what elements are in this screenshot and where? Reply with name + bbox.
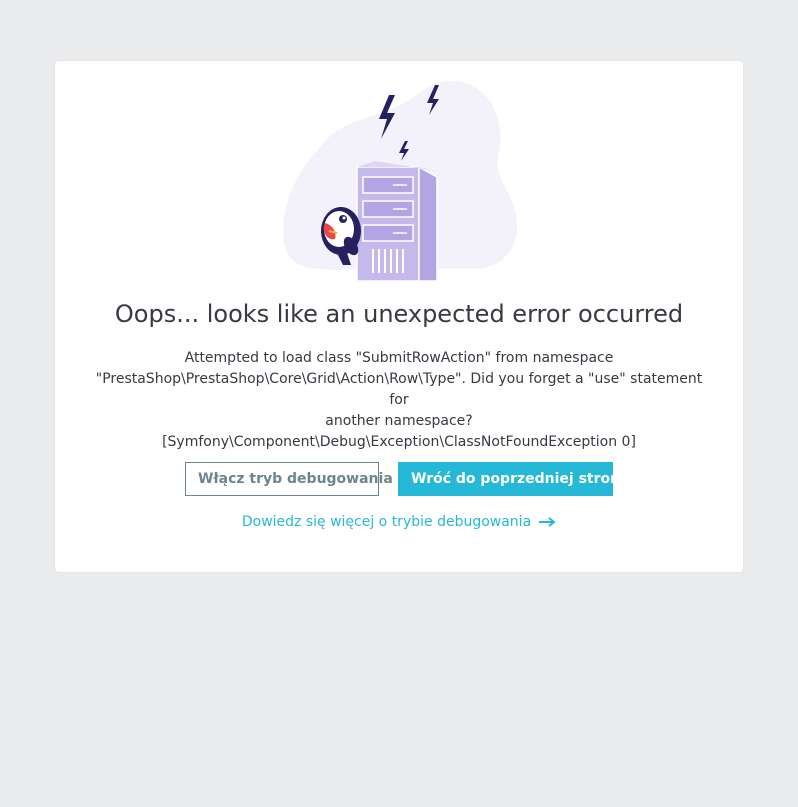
enable-debug-button[interactable]: Włącz tryb debugowania: [185, 462, 393, 496]
error-message-line: Attempted to load class "SubmitRowAction…: [184, 350, 614, 366]
learn-more-label: Dowiedz się więcej o trybie debugowania: [241, 514, 532, 530]
error-message-line: [Symfony\Component\Debug\Exception\Class…: [162, 434, 636, 450]
error-illustration: [283, 81, 517, 282]
error-title: Oops... looks like an unexpected error o…: [114, 300, 684, 328]
error-message-line: "PrestaShop\PrestaShop\Core\Grid\Action\…: [95, 371, 703, 408]
error-card: Oops... looks like an unexpected error o…: [55, 61, 743, 572]
back-button[interactable]: Wróć do poprzedniej strony: [398, 462, 629, 496]
arrow-right-icon: [539, 517, 556, 527]
error-message-line: another namespace?: [325, 413, 473, 429]
learn-more-debug-link[interactable]: Dowiedz się więcej o trybie debugowania: [55, 512, 743, 532]
server-side: [418, 165, 438, 282]
error-message: Attempted to load class "SubmitRowAction…: [89, 348, 709, 453]
